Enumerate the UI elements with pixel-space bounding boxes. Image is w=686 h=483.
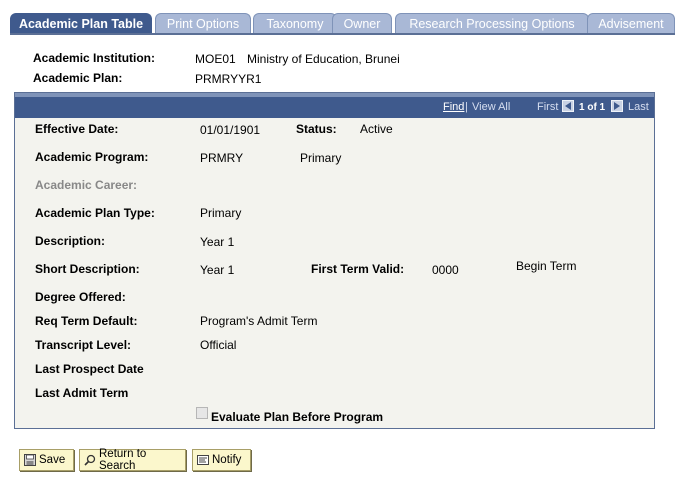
- transcript-level-value: Official: [200, 338, 237, 352]
- notify-button-label: Notify: [212, 454, 242, 466]
- tab-label: Advisement: [598, 16, 664, 31]
- tab-advisement[interactable]: Advisement: [587, 13, 675, 33]
- institution-name: Ministry of Education, Brunei: [247, 52, 400, 66]
- magnifier-icon: [84, 454, 96, 466]
- academic-program-desc: Primary: [300, 151, 342, 165]
- academic-program-code: PRMRY: [200, 151, 244, 165]
- view-all-link[interactable]: View All: [472, 101, 510, 113]
- description-label: Description:: [35, 234, 106, 248]
- description-value: Year 1: [200, 235, 235, 249]
- save-icon: [24, 454, 36, 466]
- last-admit-term-label: Last Admit Term: [35, 386, 129, 400]
- short-description-label: Short Description:: [35, 262, 140, 276]
- previous-arrow-icon[interactable]: [562, 100, 574, 112]
- notify-icon: [197, 454, 209, 466]
- save-button[interactable]: Save: [19, 449, 74, 471]
- status-value: Active: [360, 122, 393, 136]
- return-to-search-label: Return to Search: [99, 448, 147, 472]
- evaluate-plan-checkbox[interactable]: [196, 407, 208, 419]
- plan-value: PRMRYYR1: [195, 72, 262, 86]
- effective-date-label: Effective Date:: [35, 122, 119, 136]
- degree-offered-label: Degree Offered:: [35, 290, 126, 304]
- tab-divider: [10, 33, 675, 35]
- scroll-area-header: Find | View All First 1 of 1 Last: [15, 93, 654, 118]
- tab-label: Academic Plan Table: [18, 17, 144, 31]
- plan-type-value: Primary: [200, 206, 242, 220]
- academic-program-label: Academic Program:: [35, 150, 149, 164]
- next-arrow-icon[interactable]: [611, 100, 623, 112]
- first-term-valid-desc: Begin Term: [516, 259, 577, 273]
- req-term-default-label: Req Term Default:: [35, 314, 138, 328]
- first-link[interactable]: First: [537, 101, 558, 113]
- return-to-search-button[interactable]: Return to Search: [79, 448, 186, 472]
- tab-label: Research Processing Options: [409, 16, 575, 31]
- tab-print-options[interactable]: Print Options: [155, 13, 251, 33]
- tab-taxonomy[interactable]: Taxonomy: [253, 13, 337, 33]
- tab-label: Taxonomy: [266, 16, 324, 31]
- save-button-label: Save: [39, 454, 66, 466]
- academic-career-label: Academic Career:: [35, 178, 138, 192]
- tab-label: Owner: [343, 16, 381, 31]
- row-count: 1 of 1: [579, 102, 606, 113]
- effective-dated-scroll-area: Find | View All First 1 of 1 Last Effect…: [14, 92, 655, 429]
- last-link[interactable]: Last: [628, 101, 649, 113]
- tab-academic-plan-table[interactable]: Academic Plan Table: [10, 13, 152, 34]
- effective-date-value: 01/01/1901: [200, 123, 261, 137]
- find-link[interactable]: Find: [443, 101, 464, 113]
- tab-owner[interactable]: Owner: [332, 13, 392, 33]
- tab-label: Print Options: [166, 16, 240, 31]
- first-term-valid-label: First Term Valid:: [311, 262, 405, 276]
- notify-button[interactable]: Notify: [192, 449, 251, 471]
- institution-code: MOE01: [195, 52, 236, 66]
- status-label: Status:: [296, 122, 337, 136]
- tab-research-processing-options[interactable]: Research Processing Options: [395, 13, 589, 33]
- plan-type-label: Academic Plan Type:: [35, 206, 155, 220]
- nav-separator: |: [465, 101, 468, 113]
- req-term-default-value: Program's Admit Term: [200, 314, 318, 328]
- transcript-level-label: Transcript Level:: [35, 338, 132, 352]
- first-term-valid-value: 0000: [432, 263, 459, 277]
- tab-bar: Academic Plan Table Print Options Taxono…: [10, 13, 675, 34]
- last-prospect-date-label: Last Prospect Date: [35, 362, 144, 376]
- short-description-value: Year 1: [200, 263, 235, 277]
- plan-label: Academic Plan:: [33, 71, 123, 85]
- evaluate-plan-label: Evaluate Plan Before Program: [211, 410, 384, 424]
- institution-label: Academic Institution:: [33, 51, 156, 65]
